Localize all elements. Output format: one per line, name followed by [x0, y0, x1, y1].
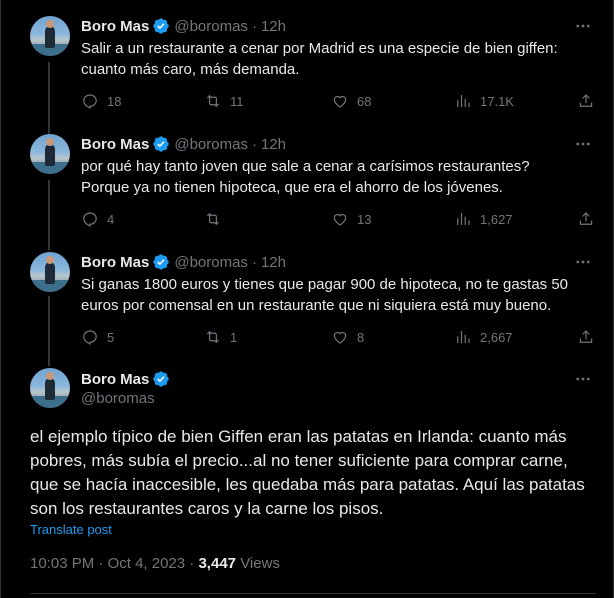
tweet-text: por qué hay tanto joven que sale a cenar… [81, 158, 530, 196]
like-icon [333, 331, 347, 344]
tweet-metadata: 10:03 PM · Oct 4, 2023 · 3,447 Views [30, 555, 280, 572]
more-icon[interactable] [574, 135, 592, 153]
separator-dot: · [251, 135, 257, 153]
tweet-text: el ejemplo típico de bien Giffen eran la… [30, 427, 585, 518]
tweet-header: Boro Mas @boromas · 12h [81, 16, 286, 36]
like-button[interactable]: 68 [331, 91, 371, 111]
tweet-time[interactable]: 12h [261, 18, 286, 35]
views-icon [457, 95, 470, 107]
author-name[interactable]: Boro Mas [81, 136, 149, 153]
views-count: 3,447 [198, 555, 237, 572]
tweet-actions: 5 1 8 2,667 [81, 327, 596, 347]
separator-dot: · [251, 253, 257, 271]
reply-icon [83, 212, 97, 228]
tweet-header: Boro Mas @boromas [81, 369, 170, 407]
divider [30, 593, 596, 594]
verified-badge-icon [153, 18, 170, 34]
like-button[interactable]: 13 [331, 209, 371, 229]
views-button[interactable]: 1,627 [454, 209, 513, 229]
more-icon[interactable] [574, 253, 592, 271]
tweet[interactable]: Boro Mas @boromas · 12h por qué hay tant… [1, 120, 613, 238]
like-icon [333, 213, 347, 226]
tweet[interactable]: Boro Mas @boromas · 12h Salir a un resta… [1, 0, 613, 120]
reply-icon [83, 94, 97, 110]
tweet-header: Boro Mas @boromas · 12h [81, 134, 286, 154]
like-button[interactable]: 8 [331, 327, 364, 347]
tweet-header: Boro Mas @boromas · 12h [81, 252, 286, 272]
retweet-button[interactable]: 11 [204, 91, 244, 111]
verified-badge-icon [153, 136, 170, 152]
separator-dot: · [189, 555, 195, 572]
reply-count: 5 [107, 329, 115, 345]
more-icon[interactable] [574, 17, 592, 35]
author-name[interactable]: Boro Mas [81, 18, 149, 35]
separator-dot: · [251, 17, 257, 35]
focused-tweet: Boro Mas @boromas el ejemplo típico de b… [1, 356, 613, 598]
reply-button[interactable]: 4 [81, 209, 114, 229]
views-label: Views [240, 555, 280, 572]
tweet-time[interactable]: 12h [261, 136, 286, 153]
share-button[interactable] [577, 327, 595, 347]
like-count: 13 [357, 211, 372, 227]
tweet-time[interactable]: 10:03 PM [30, 555, 94, 572]
reply-button[interactable]: 5 [81, 327, 114, 347]
verified-badge-icon [153, 371, 170, 387]
tweet-actions: 18 11 68 17.1K [81, 91, 596, 111]
tweet-text: Si ganas 1800 euros y tienes que pagar 9… [81, 276, 569, 314]
retweet-button[interactable]: 1 [204, 327, 237, 347]
verified-badge-icon [153, 254, 170, 270]
avatar[interactable] [30, 134, 70, 174]
tweet[interactable]: Boro Mas @boromas · 12h Si ganas 1800 eu… [1, 238, 613, 356]
like-count: 8 [357, 329, 365, 345]
avatar[interactable] [30, 368, 70, 408]
share-icon [579, 212, 593, 225]
reply-count: 4 [107, 211, 115, 227]
views-button[interactable]: 2,667 [454, 327, 513, 347]
translate-link[interactable]: Translate post [30, 522, 112, 537]
avatar[interactable] [30, 16, 70, 56]
share-button[interactable] [577, 209, 595, 229]
like-count: 68 [357, 93, 372, 109]
retweet-icon [206, 212, 220, 226]
tweet-actions: 4 13 1,627 [81, 209, 596, 229]
more-icon[interactable] [574, 370, 592, 388]
conversation-thread: Boro Mas @boromas · 12h Salir a un resta… [0, 0, 614, 598]
share-icon [579, 94, 593, 107]
author-name[interactable]: Boro Mas [81, 371, 149, 388]
views-button[interactable]: 17.1K [454, 91, 514, 111]
like-icon [333, 95, 347, 108]
reply-button[interactable]: 18 [81, 91, 121, 111]
reply-icon [83, 330, 97, 346]
author-name[interactable]: Boro Mas [81, 254, 149, 271]
retweet-count: 11 [230, 93, 244, 109]
author-handle[interactable]: @boromas [174, 18, 248, 35]
views-count: 17.1K [480, 93, 514, 109]
reply-count: 18 [107, 93, 122, 109]
tweet-time[interactable]: 12h [261, 254, 286, 271]
author-handle[interactable]: @boromas [81, 390, 170, 407]
share-icon [579, 330, 593, 343]
retweet-icon [206, 330, 220, 344]
avatar[interactable] [30, 252, 70, 292]
author-handle[interactable]: @boromas [174, 136, 248, 153]
separator-dot: · [98, 555, 104, 572]
tweet-date[interactable]: Oct 4, 2023 [108, 555, 186, 572]
retweet-button[interactable] [204, 209, 230, 229]
views-count: 2,667 [480, 329, 513, 345]
tweet-text: Salir a un restaurante a cenar por Madri… [81, 40, 558, 78]
views-icon [457, 213, 470, 225]
author-handle[interactable]: @boromas [174, 254, 248, 271]
retweet-count: 1 [230, 329, 238, 345]
share-button[interactable] [577, 91, 595, 111]
views-icon [457, 331, 470, 343]
views-count: 1,627 [480, 211, 513, 227]
retweet-icon [206, 94, 220, 108]
